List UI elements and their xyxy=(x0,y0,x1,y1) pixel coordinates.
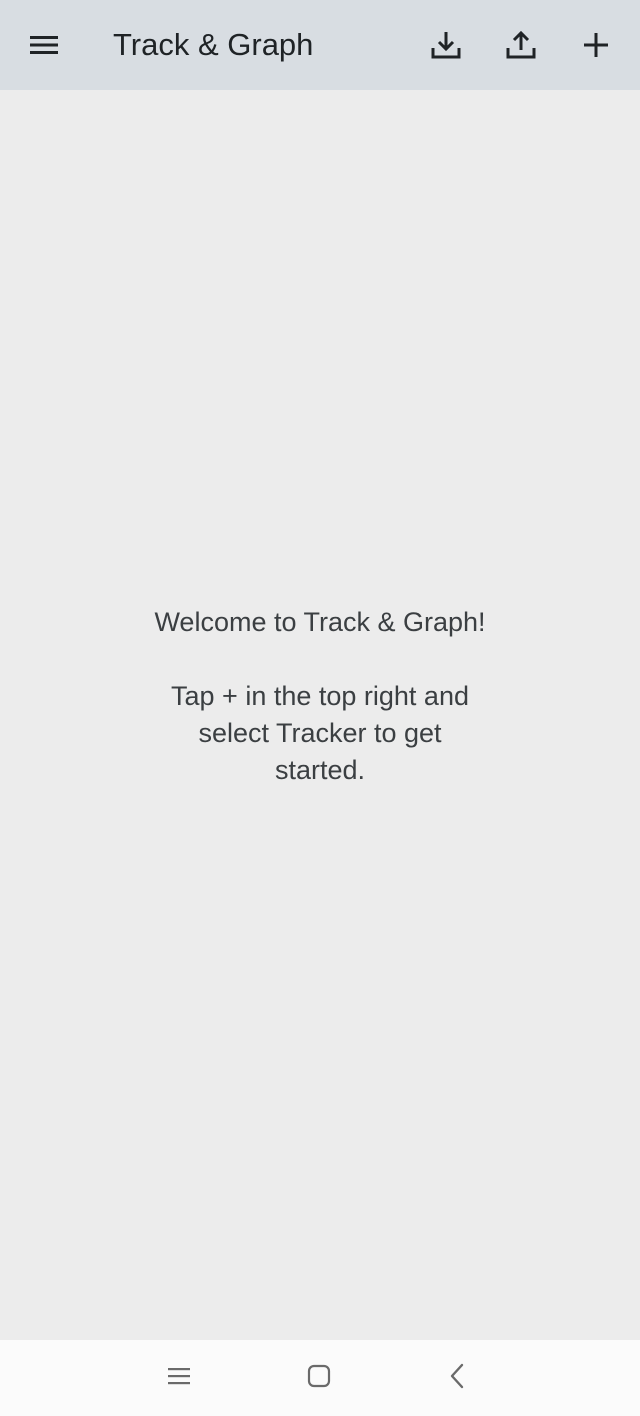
empty-state-message: Welcome to Track & Graph! Tap + in the t… xyxy=(154,607,486,785)
download-icon xyxy=(429,28,463,62)
home-button[interactable] xyxy=(294,1353,344,1403)
menu-button[interactable] xyxy=(14,15,74,75)
import-button[interactable] xyxy=(416,15,476,75)
recents-icon xyxy=(166,1365,192,1392)
recents-button[interactable] xyxy=(154,1353,204,1403)
export-button[interactable] xyxy=(491,15,551,75)
add-button[interactable] xyxy=(566,15,626,75)
top-app-bar: Track & Graph xyxy=(0,0,640,90)
system-navigation-bar xyxy=(0,1340,640,1416)
upload-icon xyxy=(504,28,538,62)
main-content: Welcome to Track & Graph! Tap + in the t… xyxy=(0,90,640,1340)
back-button[interactable] xyxy=(432,1353,482,1403)
hamburger-menu-icon xyxy=(28,33,60,57)
home-icon xyxy=(306,1363,332,1394)
back-icon xyxy=(445,1362,469,1395)
app-title: Track & Graph xyxy=(113,27,314,62)
plus-icon xyxy=(582,31,610,59)
